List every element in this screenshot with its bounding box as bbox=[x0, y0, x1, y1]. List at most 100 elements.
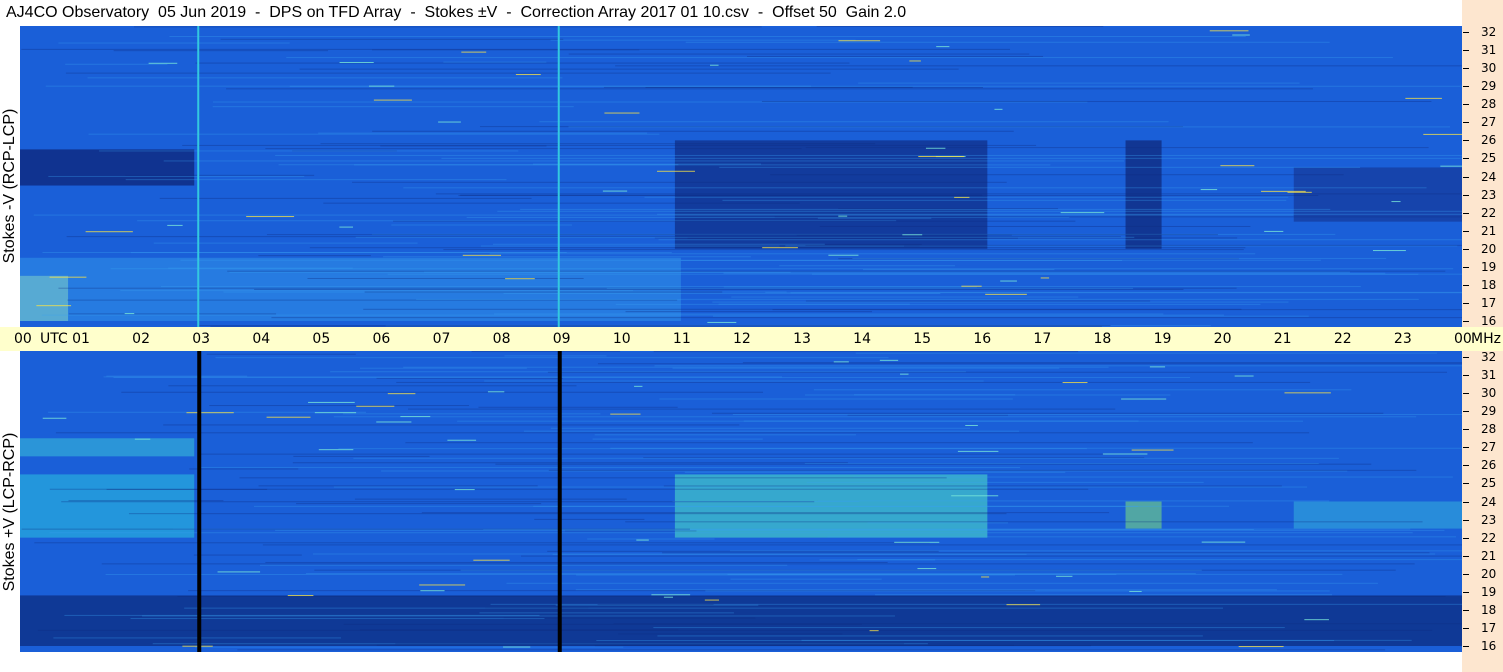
signal-speck bbox=[1423, 133, 1462, 135]
signal-speck bbox=[1060, 212, 1105, 214]
frequency-stripe bbox=[220, 38, 564, 40]
frequency-tick-mark bbox=[1463, 429, 1469, 431]
frequency-stripe bbox=[168, 267, 353, 269]
frequency-stripe bbox=[523, 430, 1020, 432]
frequency-stripe bbox=[226, 88, 1313, 90]
frequency-stripe bbox=[435, 193, 1462, 195]
signal-speck bbox=[1372, 250, 1406, 252]
frequency-tick-label: 29 bbox=[1481, 79, 1497, 94]
signal-speck bbox=[917, 568, 937, 570]
frequency-stripe bbox=[731, 296, 1079, 298]
signal-speck bbox=[1220, 165, 1255, 167]
frequency-tick-label: 29 bbox=[1481, 404, 1497, 419]
signal-speck bbox=[936, 46, 950, 48]
frequency-stripe bbox=[817, 500, 1330, 502]
frequency-tick-label: 18 bbox=[1481, 602, 1497, 617]
time-tick-label: 05 bbox=[312, 331, 331, 347]
signal-speck bbox=[487, 391, 505, 393]
frequency-stripe bbox=[568, 53, 1030, 55]
frequency-stripe bbox=[478, 406, 678, 408]
frequency-tick-label: 25 bbox=[1481, 151, 1497, 166]
frequency-stripe bbox=[209, 405, 470, 407]
signal-speck bbox=[148, 62, 178, 64]
signal-speck bbox=[85, 231, 133, 233]
frequency-stripe bbox=[568, 126, 1450, 128]
frequency-tick-label: 31 bbox=[1481, 43, 1497, 58]
time-tick-label: 22 bbox=[1333, 331, 1352, 347]
frequency-stripe bbox=[712, 315, 1309, 317]
frequency-stripe bbox=[296, 503, 542, 505]
frequency-stripe bbox=[685, 41, 1330, 43]
signal-speck bbox=[1129, 590, 1142, 592]
frequency-tick-mark bbox=[1463, 140, 1469, 142]
frequency-stripe bbox=[423, 271, 1350, 273]
frequency-stripe bbox=[265, 148, 802, 150]
frequency-stripe bbox=[615, 303, 1261, 305]
frequency-stripe bbox=[258, 485, 538, 487]
frequency-stripe bbox=[21, 48, 1011, 50]
signal-speck bbox=[400, 416, 431, 418]
frequency-stripe bbox=[658, 239, 1462, 241]
frequency-stripe bbox=[653, 627, 1285, 629]
frequency-tick-label: 22 bbox=[1481, 530, 1497, 545]
frequency-stripe bbox=[606, 287, 1134, 289]
spectrogram-bottom bbox=[20, 351, 1462, 652]
signal-speck bbox=[1006, 604, 1041, 606]
frequency-tick-label: 30 bbox=[1481, 61, 1497, 76]
time-tick-label: 01 bbox=[72, 331, 90, 347]
frequency-stripe bbox=[493, 313, 1164, 315]
signal-speck bbox=[710, 64, 719, 66]
signal-speck bbox=[1264, 230, 1284, 232]
frequency-stripe bbox=[396, 381, 1311, 383]
frequency-tick-label: 24 bbox=[1481, 169, 1497, 184]
frequency-stripe bbox=[416, 298, 1419, 300]
intensity-region bbox=[1125, 501, 1162, 529]
spectrogram-bottom-svg bbox=[20, 351, 1462, 652]
frequency-stripe bbox=[286, 57, 1393, 59]
frequency-stripe bbox=[534, 518, 645, 520]
time-marker-line bbox=[197, 351, 202, 652]
frequency-tick-label: 27 bbox=[1481, 440, 1497, 455]
frequency-stripe bbox=[625, 521, 1423, 523]
signal-speck bbox=[49, 276, 87, 278]
frequency-tick-label: 21 bbox=[1481, 223, 1497, 238]
frequency-stripe bbox=[307, 277, 584, 279]
frequency-stripe bbox=[705, 590, 1330, 592]
frequency-stripe bbox=[497, 210, 1462, 212]
signal-speck bbox=[387, 393, 416, 395]
time-marker-line bbox=[557, 26, 560, 327]
time-tick-label: 04 bbox=[252, 331, 271, 347]
time-tick-label: 02 bbox=[132, 331, 150, 347]
frequency-tick-mark bbox=[1463, 321, 1469, 322]
signal-speck bbox=[1056, 575, 1073, 577]
frequency-stripe bbox=[403, 366, 1109, 368]
frequency-tick-mark bbox=[1463, 176, 1469, 178]
frequency-stripe bbox=[405, 442, 1253, 444]
frequency-tick-mark bbox=[1463, 411, 1469, 413]
frequency-stripe bbox=[275, 529, 1445, 531]
signal-speck bbox=[318, 449, 354, 451]
frequency-tick-mark bbox=[1463, 646, 1469, 647]
frequency-stripe bbox=[827, 536, 1457, 538]
signal-speck bbox=[36, 305, 72, 307]
time-tick-label: 20 bbox=[1213, 331, 1232, 347]
frequency-stripe bbox=[61, 501, 815, 503]
frequency-tick-label: 26 bbox=[1481, 133, 1497, 148]
signal-speck bbox=[339, 61, 374, 63]
frequency-stripe bbox=[805, 147, 1429, 149]
frequency-tick-mark bbox=[1463, 122, 1469, 124]
frequency-stripe bbox=[49, 532, 1413, 534]
signal-speck bbox=[762, 247, 798, 249]
frequency-stripe bbox=[603, 86, 913, 88]
frequency-stripe bbox=[372, 130, 1014, 132]
frequency-stripe bbox=[403, 187, 1427, 189]
signal-speck bbox=[925, 147, 946, 149]
frequency-tick-label: 16 bbox=[1481, 639, 1497, 653]
frequency-stripe bbox=[258, 255, 371, 257]
frequency-tick-label: 20 bbox=[1481, 241, 1497, 256]
frequency-stripe bbox=[653, 351, 1079, 353]
frequency-stripe bbox=[770, 174, 1344, 176]
frequency-stripe bbox=[313, 553, 1436, 555]
frequency-stripe bbox=[657, 635, 1203, 637]
frequency-tick-mark bbox=[1463, 284, 1469, 286]
